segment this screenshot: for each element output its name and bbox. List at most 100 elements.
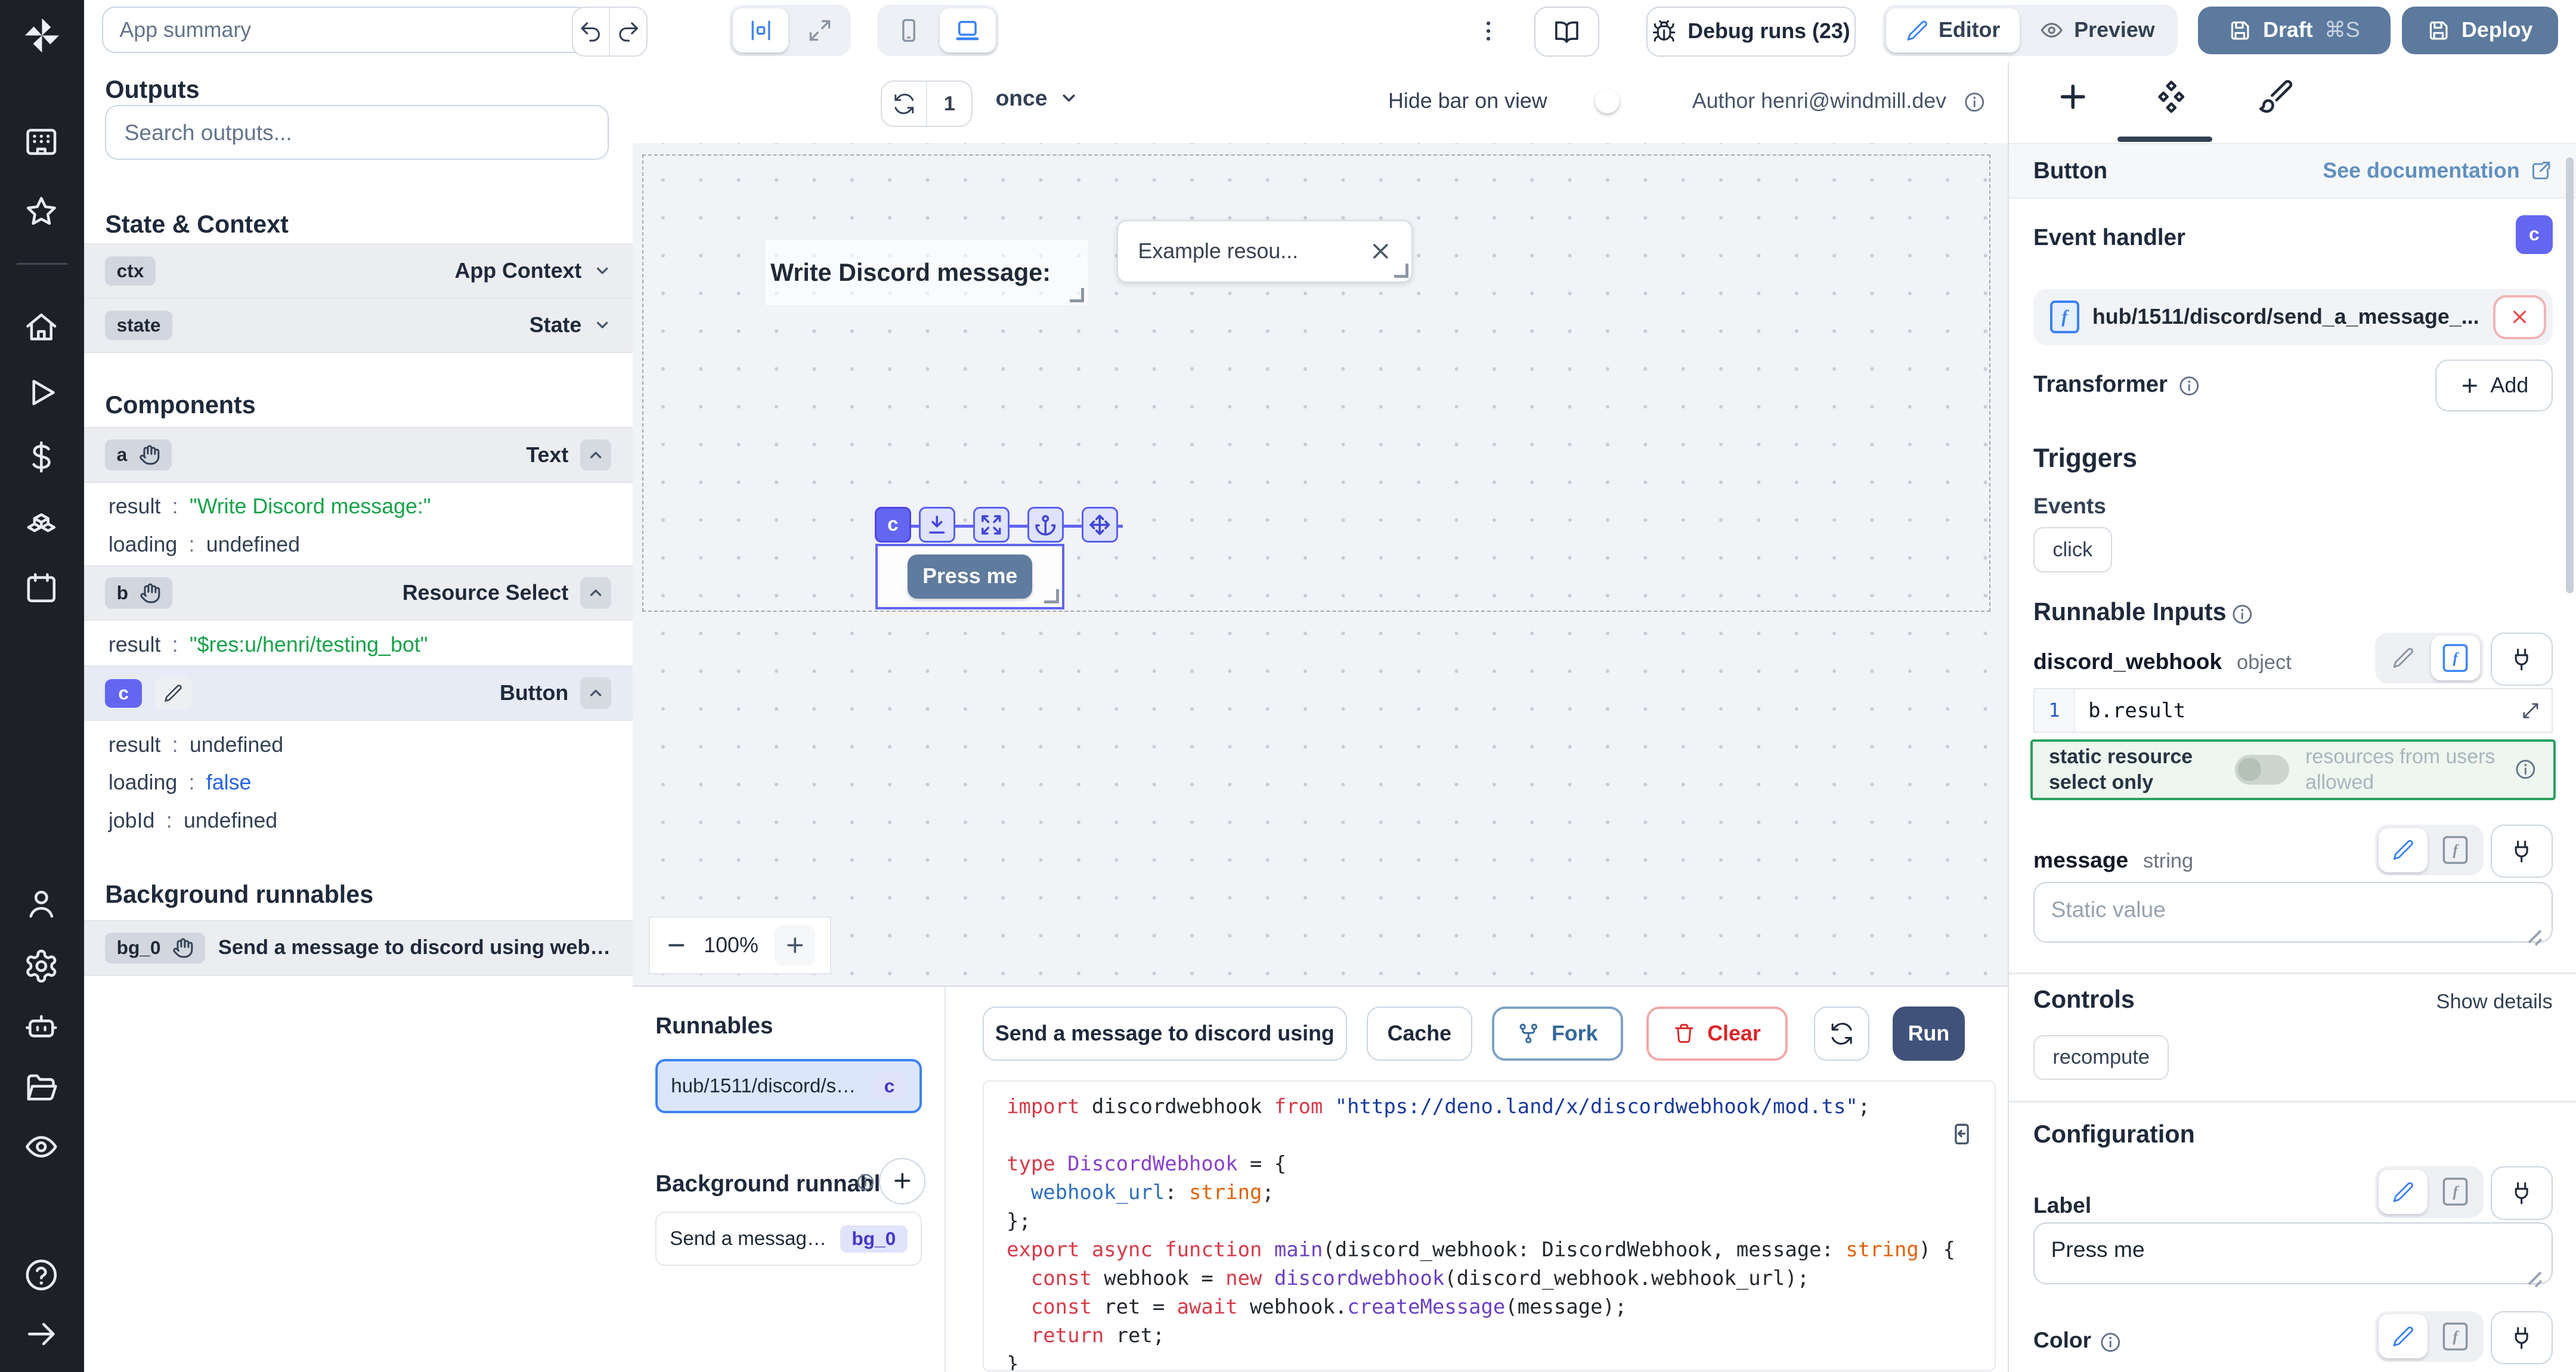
info-icon[interactable] [2178,374,2201,398]
info-icon[interactable] [2099,1331,2122,1354]
anchor-component-button[interactable] [1027,507,1064,543]
app-canvas[interactable]: Write Discord message: Example resou... … [633,143,2008,986]
resource-select-component[interactable]: Example resou... [1117,220,1413,283]
info-icon[interactable] [2231,603,2254,626]
event-handler-row[interactable]: f hub/1511/discord/send_a_message_... [2033,289,2553,345]
debug-runs-button[interactable]: Debug runs (23) [1646,7,1856,57]
move-component-button[interactable] [1082,507,1118,543]
component-row-c[interactable]: c Button [84,665,633,721]
label-value-input[interactable]: Press me [2033,1222,2553,1285]
info-icon[interactable] [2514,758,2537,781]
info-icon[interactable] [1963,91,1986,114]
run-button[interactable]: Run [1893,1006,1965,1061]
text-component[interactable]: Write Discord message: [766,240,1088,305]
chevron-down-icon[interactable] [593,262,611,280]
edit-id-button[interactable] [155,677,191,710]
expand-sidebar-icon[interactable] [23,1316,60,1352]
deploy-button[interactable]: Deploy [2402,7,2558,54]
draft-button[interactable]: Draft ⌘S [2198,7,2390,54]
schedules-icon[interactable] [23,570,60,606]
see-documentation-link[interactable]: See documentation [2323,159,2552,183]
tab-editor[interactable]: Editor [1886,8,2020,52]
resize-handle[interactable] [1394,264,1408,278]
copy-code-icon[interactable] [1949,1121,1975,1147]
static-mode-button[interactable] [2379,828,2428,872]
selected-button-component[interactable]: c Press me [875,544,1064,609]
plug-label-button[interactable] [2491,1166,2552,1219]
script-name-button[interactable]: Send a message to discord using [983,1006,1348,1061]
undo-button[interactable] [573,8,609,55]
tab-settings-icon[interactable] [2153,79,2190,115]
settings-gear-icon[interactable] [23,948,60,984]
output-row-ctx[interactable]: ctx App Context [84,243,633,299]
resize-handle[interactable] [1070,288,1084,302]
connect-mode-button[interactable]: f [2431,636,2481,680]
zoom-in-button[interactable] [774,925,815,966]
runs-icon[interactable] [23,374,60,411]
plug-input2-button[interactable] [2491,825,2552,878]
cache-button[interactable]: Cache [1367,1006,1472,1061]
collapse-b-button[interactable] [580,577,611,608]
background-row-bg0[interactable]: bg_0 Send a message to discord using web… [84,920,633,976]
press-me-button[interactable]: Press me [908,555,1032,599]
tab-preview[interactable]: Preview [2020,8,2174,52]
connect-mode-button[interactable]: f [2431,1170,2481,1214]
collapse-a-button[interactable] [580,439,611,470]
panel-scrollbar[interactable] [2566,157,2574,593]
tab-insert-icon[interactable] [2055,79,2091,115]
zoom-out-icon[interactable] [665,934,688,957]
component-row-b[interactable]: b Resource Select [84,565,633,621]
docs-book-button[interactable] [1534,7,1599,57]
add-background-runnable-button[interactable] [879,1158,925,1204]
static-mode-button[interactable] [2379,636,2428,680]
fixed-width-toggle[interactable] [733,8,789,52]
dock-component-button[interactable] [919,507,955,543]
home-icon[interactable] [23,309,60,345]
redo-button[interactable] [609,8,646,55]
resource-mode-toggle[interactable] [2235,755,2289,785]
apps-icon[interactable] [23,123,60,160]
folders-icon[interactable] [23,1070,60,1106]
plug-input1-button[interactable] [2491,633,2552,686]
search-outputs-input[interactable] [105,105,608,160]
help-icon[interactable] [23,1257,60,1293]
mobile-toggle[interactable] [881,8,937,52]
refresh-script-button[interactable] [1814,1006,1870,1061]
static-mode-button[interactable] [2379,1314,2428,1358]
expand-editor-icon[interactable] [2520,700,2541,721]
static-mode-button[interactable] [2379,1170,2428,1214]
refresh-app-button[interactable] [882,82,926,126]
fork-button[interactable]: Fork [1492,1006,1623,1061]
users-icon[interactable] [23,885,60,922]
output-row-state[interactable]: state State [84,298,633,354]
schedule-mode-dropdown[interactable]: once [996,85,1079,111]
input1-expression[interactable]: 1 b.result [2033,688,2553,732]
favorites-star-icon[interactable] [23,194,60,230]
add-transformer-button[interactable]: Add [2435,360,2553,411]
clear-button[interactable]: Clear [1646,1006,1788,1061]
tab-styling-icon[interactable] [2257,79,2293,115]
full-width-toggle[interactable] [792,8,848,52]
recompute-chip[interactable]: recompute [2033,1035,2169,1080]
message-static-value-input[interactable] [2033,882,2553,943]
component-row-a[interactable]: a Text [84,427,633,483]
show-details-link[interactable]: Show details [2436,990,2552,1014]
connect-mode-button[interactable]: f [2431,828,2481,872]
runnable-item-selected[interactable]: hub/1511/discord/se... c [655,1059,921,1113]
workers-robot-icon[interactable] [23,1009,60,1045]
background-runnable-item[interactable]: Send a message... bg_0 [655,1212,921,1266]
more-menu-icon[interactable] [1475,18,1501,44]
clear-select-icon[interactable] [1369,240,1392,263]
connect-mode-button[interactable]: f [2431,1314,2481,1358]
info-icon[interactable] [856,1172,875,1192]
remove-handler-button[interactable] [2493,295,2546,339]
collapse-c-button[interactable] [580,677,611,708]
audit-eye-icon[interactable] [23,1129,60,1165]
resources-icon[interactable] [23,504,60,541]
app-summary-input[interactable] [102,7,591,53]
resize-handle[interactable] [1044,589,1058,603]
expand-component-button[interactable] [973,507,1010,543]
variables-icon[interactable] [23,439,60,475]
plug-color-button[interactable] [2491,1311,2552,1364]
code-editor[interactable]: import discordwebhook from "https://deno… [983,1080,1996,1371]
